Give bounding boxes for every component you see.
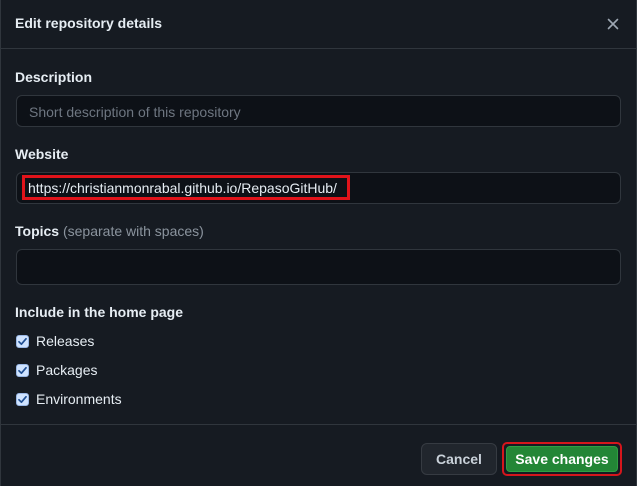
packages-option[interactable]: Packages bbox=[16, 361, 97, 379]
topics-label: Topics (separate with spaces) bbox=[15, 223, 204, 239]
releases-checkbox[interactable] bbox=[16, 334, 29, 348]
description-input[interactable]: Short description of this repository bbox=[16, 95, 621, 127]
dialog-footer: Cancel Save changes bbox=[1, 424, 636, 486]
topics-input[interactable] bbox=[16, 249, 621, 285]
topics-hint: (separate with spaces) bbox=[62, 223, 204, 239]
edit-repository-dialog: Edit repository details Description Shor… bbox=[0, 0, 637, 486]
checkmark-icon bbox=[18, 337, 27, 345]
description-placeholder: Short description of this repository bbox=[29, 104, 241, 120]
website-label: Website bbox=[15, 146, 69, 162]
dialog-title: Edit repository details bbox=[15, 15, 163, 31]
close-button[interactable] bbox=[601, 12, 625, 36]
releases-option[interactable]: Releases bbox=[16, 332, 94, 350]
save-changes-button[interactable]: Save changes bbox=[506, 446, 618, 472]
checkmark-icon bbox=[18, 395, 27, 403]
environments-option[interactable]: Environments bbox=[16, 390, 122, 408]
description-label: Description bbox=[15, 69, 93, 85]
website-value: https://christianmonrabal.github.io/Repa… bbox=[28, 180, 337, 196]
cancel-button[interactable]: Cancel bbox=[421, 443, 497, 475]
dialog-header: Edit repository details bbox=[1, 0, 636, 49]
website-input[interactable]: https://christianmonrabal.github.io/Repa… bbox=[16, 172, 621, 204]
topics-label-text: Topics bbox=[15, 223, 60, 239]
environments-label: Environments bbox=[36, 391, 122, 407]
environments-checkbox[interactable] bbox=[16, 392, 29, 406]
close-icon bbox=[607, 18, 619, 30]
releases-label: Releases bbox=[36, 333, 95, 349]
packages-checkbox[interactable] bbox=[16, 363, 29, 377]
home-page-label: Include in the home page bbox=[15, 304, 184, 320]
packages-label: Packages bbox=[36, 362, 98, 378]
checkmark-icon bbox=[18, 366, 27, 374]
